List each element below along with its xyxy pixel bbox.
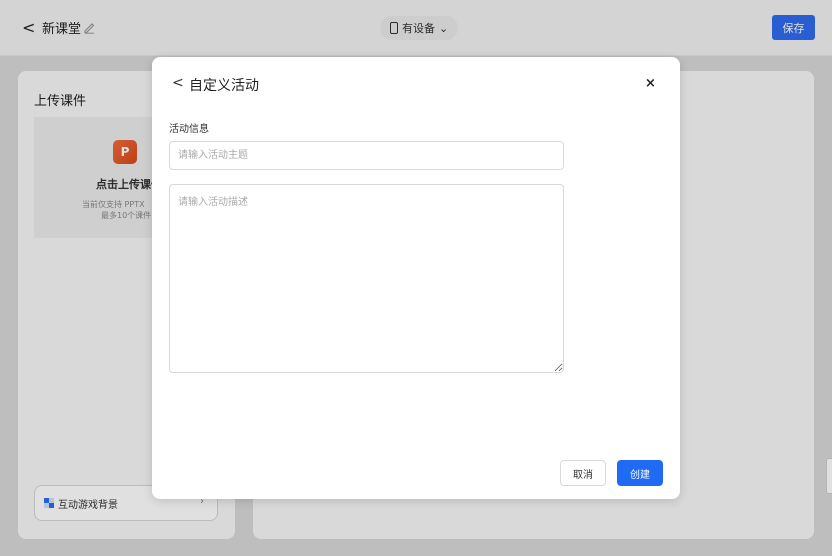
activity-topic-input[interactable] xyxy=(169,141,564,170)
activity-description-input[interactable] xyxy=(169,184,564,373)
modal-back-icon[interactable]: < xyxy=(172,75,184,91)
modal-title: 自定义活动 xyxy=(189,78,259,94)
cancel-button[interactable]: 取消 xyxy=(560,460,606,486)
activity-info-label: 活动信息 xyxy=(169,124,209,135)
create-button[interactable]: 创建 xyxy=(617,460,663,486)
close-icon[interactable]: × xyxy=(645,76,656,91)
